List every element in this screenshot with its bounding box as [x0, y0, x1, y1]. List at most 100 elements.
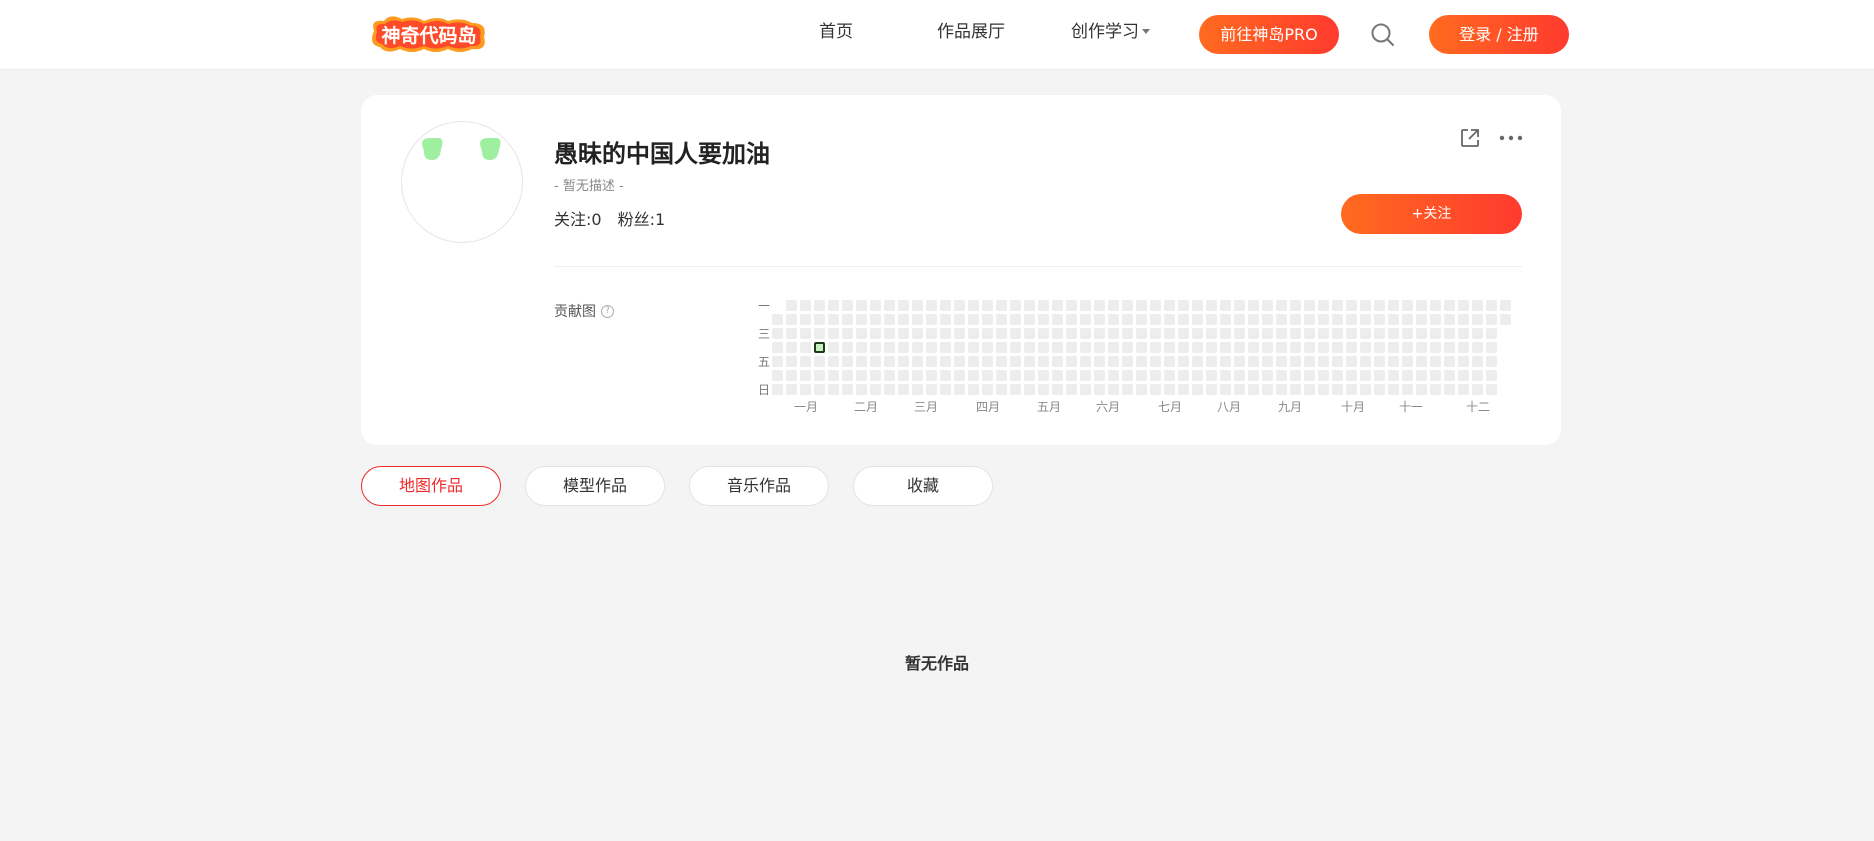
heatmap-cell[interactable]	[1192, 300, 1203, 311]
heatmap-cell[interactable]	[1486, 384, 1497, 395]
heatmap-cell[interactable]	[1080, 314, 1091, 325]
question-circle-icon[interactable]: ?	[601, 304, 614, 318]
heatmap-cell[interactable]	[800, 328, 811, 339]
heatmap-cell[interactable]	[1332, 300, 1343, 311]
heatmap-cell[interactable]	[1192, 328, 1203, 339]
heatmap-cell[interactable]	[926, 370, 937, 381]
heatmap-cell[interactable]	[1052, 384, 1063, 395]
heatmap-cell[interactable]	[1122, 314, 1133, 325]
heatmap-cell[interactable]	[1164, 342, 1175, 353]
heatmap-cell[interactable]	[1108, 384, 1119, 395]
heatmap-cell[interactable]	[1038, 342, 1049, 353]
heatmap-cell[interactable]	[1486, 342, 1497, 353]
heatmap-cell[interactable]	[1388, 314, 1399, 325]
heatmap-cell[interactable]	[814, 342, 825, 353]
heatmap-cell[interactable]	[1122, 356, 1133, 367]
heatmap-cell[interactable]	[926, 328, 937, 339]
heatmap-cell[interactable]	[1430, 342, 1441, 353]
heatmap-cell[interactable]	[1486, 328, 1497, 339]
heatmap-cell[interactable]	[828, 342, 839, 353]
heatmap-cell[interactable]	[1038, 328, 1049, 339]
heatmap-cell[interactable]	[996, 314, 1007, 325]
heatmap-cell[interactable]	[1080, 356, 1091, 367]
heatmap-cell[interactable]	[1444, 370, 1455, 381]
heatmap-cell[interactable]	[1010, 328, 1021, 339]
heatmap-cell[interactable]	[1458, 384, 1469, 395]
heatmap-cell[interactable]	[1360, 328, 1371, 339]
heatmap-cell[interactable]	[982, 300, 993, 311]
heatmap-cell[interactable]	[1416, 314, 1427, 325]
go-pro-button[interactable]: 前往神岛PRO	[1199, 15, 1339, 54]
heatmap-cell[interactable]	[1304, 300, 1315, 311]
heatmap-cell[interactable]	[1192, 342, 1203, 353]
heatmap-cell[interactable]	[1136, 370, 1147, 381]
heatmap-cell[interactable]	[1150, 356, 1161, 367]
heatmap-cell[interactable]	[1024, 328, 1035, 339]
heatmap-cell[interactable]	[1108, 300, 1119, 311]
heatmap-cell[interactable]	[1416, 384, 1427, 395]
heatmap-cell[interactable]	[884, 300, 895, 311]
heatmap-cell[interactable]	[1192, 314, 1203, 325]
heatmap-cell[interactable]	[926, 384, 937, 395]
heatmap-cell[interactable]	[786, 328, 797, 339]
heatmap-cell[interactable]	[912, 356, 923, 367]
heatmap-cell[interactable]	[954, 370, 965, 381]
heatmap-cell[interactable]	[1500, 314, 1511, 325]
heatmap-cell[interactable]	[912, 328, 923, 339]
heatmap-cell[interactable]	[786, 384, 797, 395]
heatmap-cell[interactable]	[1234, 314, 1245, 325]
heatmap-cell[interactable]	[1318, 370, 1329, 381]
heatmap-cell[interactable]	[1010, 356, 1021, 367]
heatmap-cell[interactable]	[954, 328, 965, 339]
heatmap-cell[interactable]	[926, 300, 937, 311]
heatmap-cell[interactable]	[1374, 300, 1385, 311]
following-count[interactable]: 关注:0	[554, 210, 602, 229]
heatmap-cell[interactable]	[1122, 342, 1133, 353]
heatmap-cell[interactable]	[1178, 384, 1189, 395]
heatmap-cell[interactable]	[828, 300, 839, 311]
heatmap-cell[interactable]	[1234, 300, 1245, 311]
heatmap-cell[interactable]	[1332, 314, 1343, 325]
heatmap-cell[interactable]	[842, 328, 853, 339]
heatmap-cell[interactable]	[1038, 384, 1049, 395]
heatmap-cell[interactable]	[912, 314, 923, 325]
heatmap-cell[interactable]	[1262, 342, 1273, 353]
heatmap-cell[interactable]	[1108, 370, 1119, 381]
heatmap-cell[interactable]	[1276, 342, 1287, 353]
heatmap-cell[interactable]	[1332, 370, 1343, 381]
heatmap-cell[interactable]	[954, 356, 965, 367]
heatmap-cell[interactable]	[968, 314, 979, 325]
heatmap-cell[interactable]	[1206, 314, 1217, 325]
heatmap-cell[interactable]	[772, 314, 783, 325]
heatmap-cell[interactable]	[1206, 342, 1217, 353]
heatmap-cell[interactable]	[1122, 328, 1133, 339]
heatmap-cell[interactable]	[940, 314, 951, 325]
heatmap-cell[interactable]	[842, 384, 853, 395]
heatmap-cell[interactable]	[800, 300, 811, 311]
heatmap-cell[interactable]	[1486, 356, 1497, 367]
heatmap-cell[interactable]	[1402, 314, 1413, 325]
heatmap-cell[interactable]	[1332, 328, 1343, 339]
heatmap-cell[interactable]	[968, 342, 979, 353]
heatmap-cell[interactable]	[1178, 314, 1189, 325]
tab-model-works[interactable]: 模型作品	[525, 466, 665, 506]
heatmap-cell[interactable]	[1024, 370, 1035, 381]
heatmap-cell[interactable]	[1318, 356, 1329, 367]
heatmap-cell[interactable]	[954, 300, 965, 311]
heatmap-cell[interactable]	[1346, 356, 1357, 367]
heatmap-cell[interactable]	[884, 384, 895, 395]
heatmap-cell[interactable]	[1346, 342, 1357, 353]
heatmap-cell[interactable]	[1178, 356, 1189, 367]
heatmap-cell[interactable]	[1234, 328, 1245, 339]
heatmap-cell[interactable]	[1388, 370, 1399, 381]
heatmap-cell[interactable]	[1402, 342, 1413, 353]
heatmap-cell[interactable]	[898, 370, 909, 381]
heatmap-cell[interactable]	[1262, 384, 1273, 395]
heatmap-cell[interactable]	[912, 384, 923, 395]
heatmap-cell[interactable]	[1374, 384, 1385, 395]
heatmap-cell[interactable]	[800, 342, 811, 353]
heatmap-cell[interactable]	[1220, 356, 1231, 367]
heatmap-cell[interactable]	[800, 356, 811, 367]
heatmap-cell[interactable]	[828, 314, 839, 325]
heatmap-cell[interactable]	[1360, 370, 1371, 381]
